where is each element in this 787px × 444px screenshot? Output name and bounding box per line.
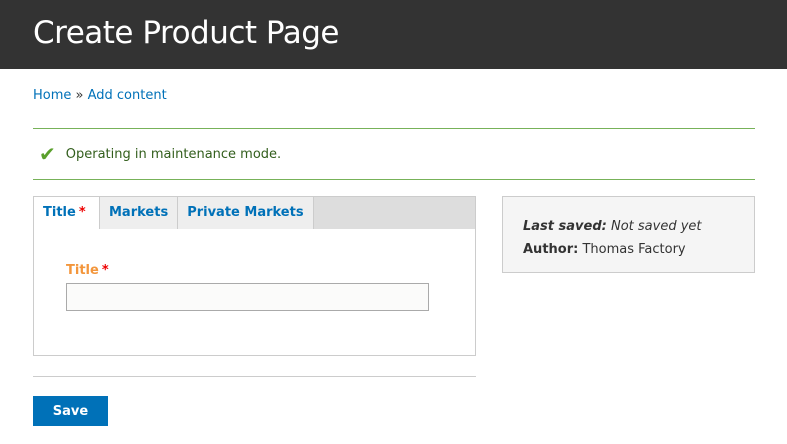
divider <box>33 376 476 377</box>
breadcrumb-add-content[interactable]: Add content <box>88 88 167 103</box>
last-saved-label: Last saved: <box>523 219 607 234</box>
status-message-text: Operating in maintenance mode. <box>65 146 282 162</box>
author-value: Thomas Factory <box>578 242 686 257</box>
tab-label: Markets <box>109 205 169 220</box>
save-button[interactable]: Save <box>33 396 108 426</box>
title-input[interactable] <box>66 283 429 311</box>
author: Author: Thomas Factory <box>523 238 754 261</box>
last-saved: Last saved: Not saved yet <box>523 215 754 238</box>
tab-label: Private Markets <box>187 205 304 220</box>
status-message: ✔ Operating in maintenance mode. <box>33 128 755 180</box>
last-saved-value: Not saved yet <box>606 219 702 234</box>
page-title: Create Product Page <box>33 15 339 51</box>
tab-private-markets[interactable]: Private Markets <box>178 197 314 229</box>
title-label-text: Title <box>66 263 99 278</box>
vertical-tabs-panel: Title * Markets Private Markets Title * <box>33 196 476 356</box>
breadcrumb-separator: » <box>71 88 88 103</box>
breadcrumb-home[interactable]: Home <box>33 88 71 103</box>
tab-bar: Title * Markets Private Markets <box>34 197 475 229</box>
meta-info-panel: Last saved: Not saved yet Author: Thomas… <box>502 196 755 273</box>
breadcrumb: Home » Add content <box>33 88 167 103</box>
checkmark-icon: ✔ <box>39 142 56 166</box>
required-icon: * <box>101 263 109 278</box>
tab-label: Title <box>43 205 76 220</box>
author-label: Author: <box>523 242 579 257</box>
required-icon: * <box>78 205 86 220</box>
title-field-label: Title * <box>66 263 109 278</box>
page-header: Create Product Page <box>0 0 787 69</box>
tab-markets[interactable]: Markets <box>100 197 179 229</box>
tab-title[interactable]: Title * <box>34 197 100 229</box>
